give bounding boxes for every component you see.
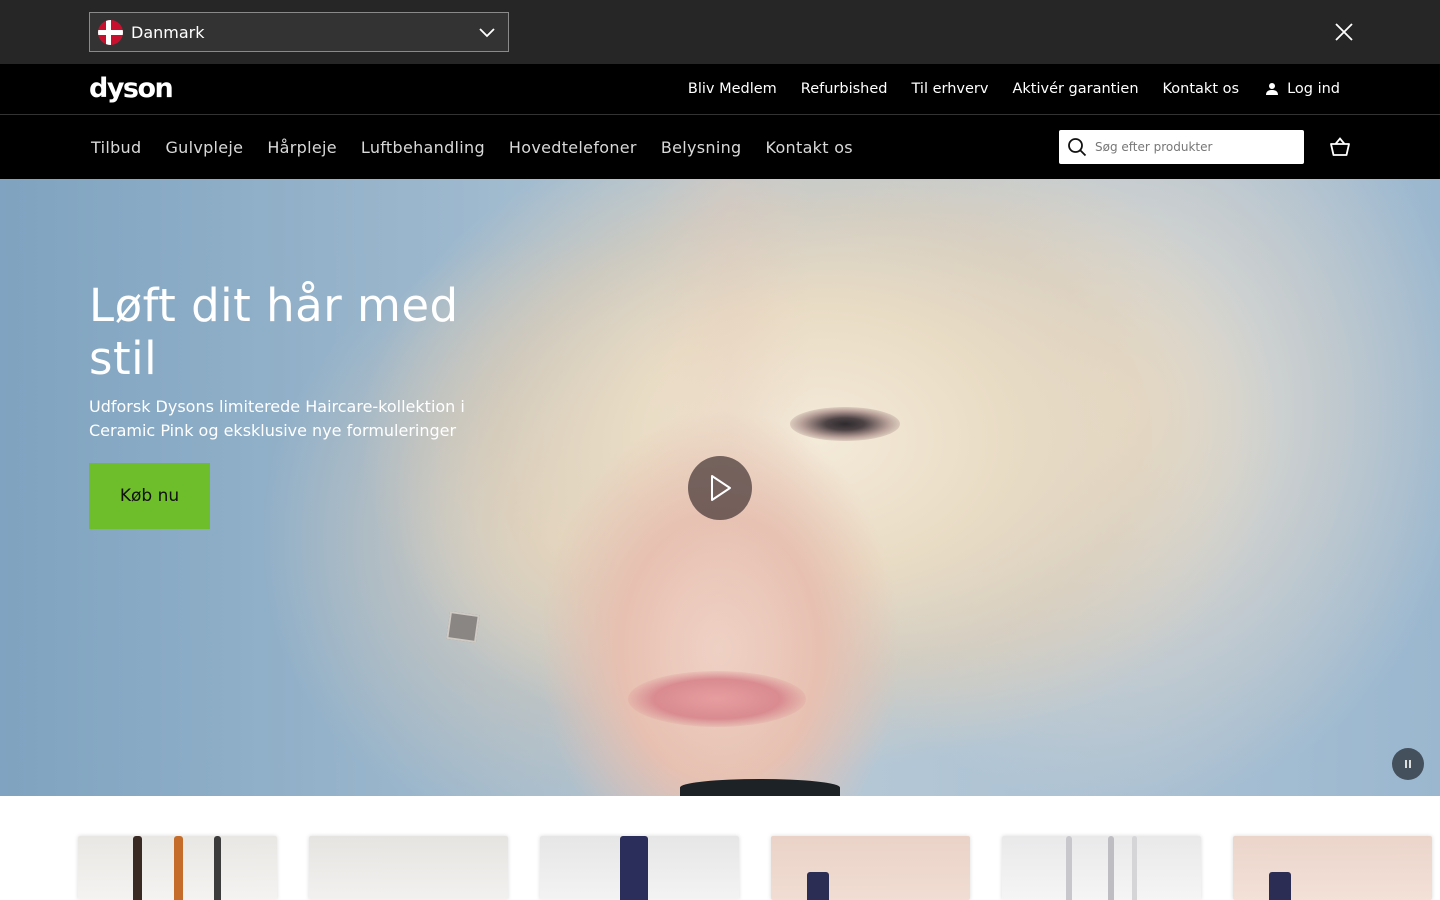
hero-image-neck (680, 779, 840, 796)
product-image (1108, 836, 1114, 900)
product-card-1[interactable] (78, 836, 277, 900)
top-link-refurbished[interactable]: Refurbished (801, 81, 888, 97)
product-card-4[interactable] (771, 836, 970, 900)
product-image (174, 836, 183, 900)
top-links: Bliv Medlem Refurbished Til erhverv Akti… (664, 64, 1340, 114)
top-link-til-erhverv[interactable]: Til erhverv (912, 81, 989, 97)
hero-subtitle: Udforsk Dysons limiterede Haircare-kolle… (89, 397, 465, 440)
category-tilbud[interactable]: Tilbud (91, 138, 141, 157)
category-harpleje[interactable]: Hårpleje (267, 138, 337, 157)
user-icon (1266, 83, 1279, 95)
basket-icon[interactable] (1328, 135, 1352, 159)
product-image (1269, 872, 1291, 900)
category-hovedtelefoner[interactable]: Hovedtelefoner (509, 138, 637, 157)
country-select-label: Danmark (131, 22, 205, 42)
login-button[interactable]: Log ind (1265, 81, 1340, 97)
search-icon[interactable] (1067, 137, 1087, 157)
product-image (807, 872, 829, 900)
login-label: Log ind (1287, 81, 1340, 97)
product-image (1132, 836, 1137, 900)
top-link-bliv-medlem[interactable]: Bliv Medlem (688, 81, 777, 97)
product-strip (0, 796, 1440, 900)
product-image (1066, 836, 1072, 900)
top-link-aktiver-garantien[interactable]: Aktivér garantien (1012, 81, 1138, 97)
category-nav: Tilbud Gulvpleje Hårpleje Luftbehandling… (0, 115, 1440, 179)
chevron-down-icon (479, 28, 495, 38)
country-bar: Danmark (0, 0, 1440, 64)
hero-image-eye (790, 407, 900, 441)
product-card-3[interactable] (540, 836, 739, 900)
category-kontakt-os[interactable]: Kontakt os (765, 138, 852, 157)
hero-banner: Løft dit hår med stil Udforsk Dysons lim… (0, 179, 1440, 796)
product-card-6[interactable] (1233, 836, 1432, 900)
product-card-5[interactable] (1002, 836, 1201, 900)
category-gulvpleje[interactable]: Gulvpleje (165, 138, 243, 157)
pause-carousel-button[interactable] (1392, 748, 1424, 780)
play-video-button[interactable] (688, 456, 752, 520)
product-image (620, 836, 648, 900)
play-icon (711, 475, 731, 501)
buy-now-button[interactable]: Køb nu (89, 463, 210, 529)
hero-image-lips (628, 671, 806, 727)
search-input[interactable] (1095, 140, 1275, 154)
search-box (1059, 130, 1304, 164)
product-image (133, 836, 142, 900)
dyson-logo[interactable]: dyson (89, 73, 174, 104)
hero-title: Løft dit hår med stil (89, 279, 459, 385)
top-nav: dyson Bliv Medlem Refurbished Til erhver… (0, 64, 1440, 115)
category-luftbehandling[interactable]: Luftbehandling (361, 138, 485, 157)
pause-icon (1405, 760, 1411, 768)
product-image (214, 836, 221, 900)
close-icon[interactable] (1332, 20, 1356, 44)
product-card-2[interactable] (309, 836, 508, 900)
hero-image-earring (446, 611, 480, 643)
country-select[interactable]: Danmark (89, 12, 509, 52)
top-link-kontakt-os[interactable]: Kontakt os (1163, 81, 1240, 97)
category-list: Tilbud Gulvpleje Hårpleje Luftbehandling… (91, 115, 877, 179)
denmark-flag-icon (98, 19, 123, 45)
category-belysning[interactable]: Belysning (661, 138, 742, 157)
